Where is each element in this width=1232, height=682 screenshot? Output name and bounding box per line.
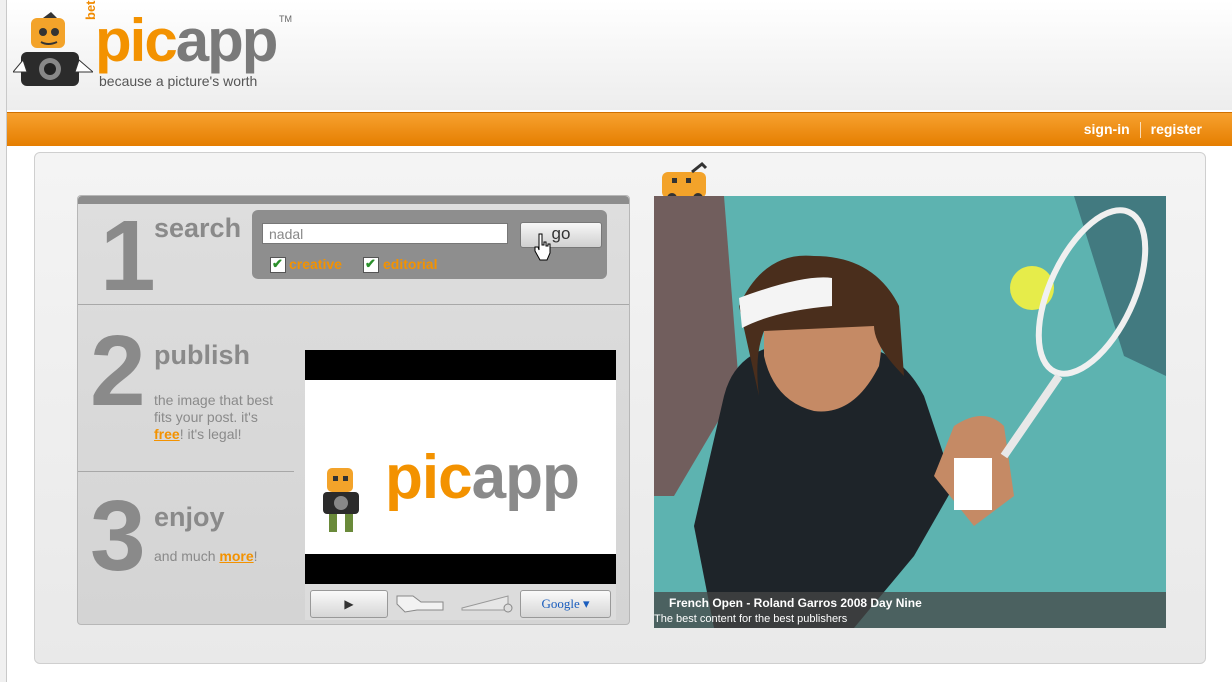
site-logo[interactable]: picapp bbox=[95, 6, 279, 76]
steps-panel-header bbox=[78, 196, 629, 204]
logo-pic: pic bbox=[95, 7, 178, 74]
hand-cursor-icon bbox=[534, 233, 551, 261]
step-2-desc-tail: ! it's legal! bbox=[179, 426, 242, 442]
auth-links: sign-in register bbox=[1084, 121, 1202, 139]
video-controls: ▶ Google ▾ bbox=[305, 584, 616, 620]
video-logo-pic: pic bbox=[385, 443, 473, 512]
logo-app: app bbox=[175, 7, 279, 74]
step-2-desc-line-1: the image that best bbox=[154, 392, 274, 408]
google-video-button[interactable]: Google ▾ bbox=[520, 590, 611, 618]
creative-label: creative bbox=[289, 256, 342, 272]
video-logo: picapp bbox=[385, 442, 580, 514]
step-3-description: and much more! bbox=[154, 548, 258, 565]
video-player[interactable]: picapp ▶ Google ▾ bbox=[305, 350, 616, 620]
trademark-label: TM bbox=[279, 14, 292, 24]
play-button[interactable]: ▶ bbox=[310, 590, 388, 618]
featured-image[interactable]: French Open - Roland Garros 2008 Day Nin… bbox=[654, 196, 1166, 628]
image-caption: French Open - Roland Garros 2008 Day Nin… bbox=[654, 592, 1166, 628]
volume-icon[interactable] bbox=[395, 592, 445, 614]
step-2-title: publish bbox=[154, 340, 250, 370]
step-1-number: 1 bbox=[100, 200, 156, 312]
more-link[interactable]: more bbox=[219, 548, 253, 564]
search-panel: go ✔ creative ✔ editorial bbox=[252, 210, 607, 279]
step-divider-1 bbox=[78, 304, 629, 305]
step-3-number: 3 bbox=[90, 480, 146, 592]
top-nav-bar: sign-in register bbox=[7, 112, 1232, 146]
caption-subtitle: The best content for the best publishers bbox=[654, 613, 848, 625]
step-2-desc-line-2: fits your post. it's bbox=[154, 409, 258, 425]
creative-checkbox[interactable]: ✔ bbox=[270, 256, 286, 273]
search-input[interactable] bbox=[262, 223, 508, 244]
video-logo-app: app bbox=[471, 443, 580, 512]
signin-link[interactable]: sign-in bbox=[1084, 121, 1130, 137]
site-header: beta picapp TM because a picture's worth bbox=[7, 0, 1232, 110]
go-button[interactable]: go bbox=[520, 222, 602, 248]
video-screen[interactable]: picapp bbox=[305, 380, 616, 554]
camera-mascot-icon bbox=[13, 12, 93, 86]
window-frame-left bbox=[0, 0, 7, 682]
progress-slider-icon[interactable] bbox=[460, 592, 515, 614]
free-link[interactable]: free bbox=[154, 426, 180, 442]
step-3-desc-post: ! bbox=[253, 548, 258, 564]
register-link[interactable]: register bbox=[1151, 121, 1202, 137]
mascot-icon bbox=[323, 468, 359, 532]
step-3-title: enjoy bbox=[154, 502, 225, 532]
caption-title: French Open - Roland Garros 2008 Day Nin… bbox=[669, 596, 922, 610]
tagline: because a picture's worth bbox=[99, 73, 258, 89]
step-2-number: 2 bbox=[90, 315, 146, 427]
step-3-desc-pre: and much bbox=[154, 548, 220, 564]
step-divider-2 bbox=[78, 471, 294, 472]
step-1-title: search bbox=[154, 213, 242, 243]
editorial-checkbox[interactable]: ✔ bbox=[363, 256, 379, 273]
check-icon: ✔ bbox=[365, 256, 376, 271]
check-icon: ✔ bbox=[272, 256, 283, 271]
nav-divider bbox=[1139, 122, 1141, 139]
tennis-photo bbox=[654, 196, 1166, 628]
step-2-description: the image that best fits your post. it's… bbox=[154, 392, 300, 443]
editorial-label: editorial bbox=[383, 256, 438, 272]
